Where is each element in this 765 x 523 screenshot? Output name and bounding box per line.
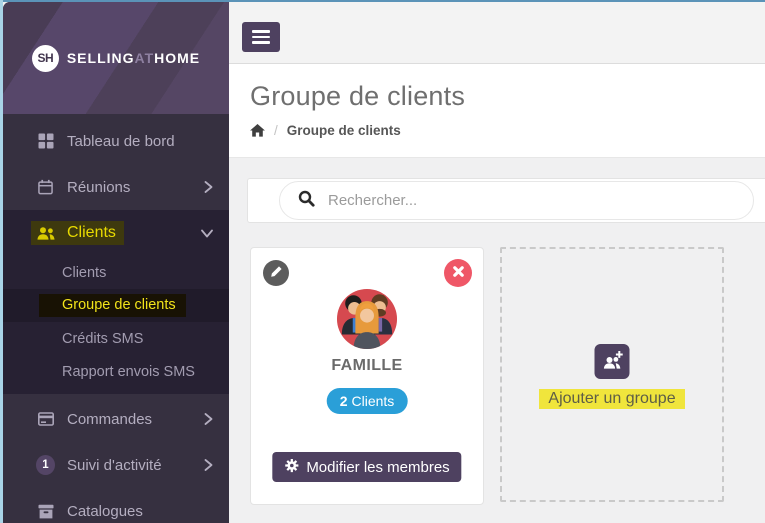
- activity-count-badge: 1: [36, 455, 55, 475]
- calendar-icon: [36, 179, 55, 195]
- add-group-dropzone[interactable]: Ajouter un groupe: [500, 247, 724, 502]
- sidebar-subitem-sms-credits[interactable]: Crédits SMS: [3, 322, 229, 355]
- sidebar-item-dashboard[interactable]: Tableau de bord: [3, 118, 229, 164]
- add-group-icon: [601, 350, 623, 374]
- content-area: FAMILLE 2Clients Modifier les membres Aj…: [229, 158, 765, 523]
- page-header: Groupe de clients / Groupe de clients: [229, 64, 765, 158]
- sidebar-item-clients[interactable]: Clients: [3, 210, 229, 256]
- sidebar-sublabel-clients: Clients: [62, 264, 107, 281]
- archive-icon: [36, 504, 55, 519]
- breadcrumb-separator: /: [274, 123, 278, 138]
- close-icon: [452, 265, 465, 281]
- sidebar-subitem-sms-report[interactable]: Rapport envois SMS: [3, 355, 229, 388]
- brand-name: SELLINGATHOME: [66, 50, 201, 66]
- sidebar-label-meetings: Réunions: [67, 178, 131, 196]
- breadcrumb: / Groupe de clients: [250, 123, 765, 138]
- chevron-right-icon: [204, 181, 213, 193]
- breadcrumb-current: Groupe de clients: [286, 123, 401, 138]
- sidebar-item-activity[interactable]: 1 Suivi d'activité: [3, 442, 229, 488]
- brand-circle-icon: SH: [31, 44, 59, 72]
- page-title: Groupe de clients: [250, 81, 466, 111]
- pencil-icon: [270, 265, 283, 281]
- search-icon: [298, 190, 315, 212]
- sidebar-label-dashboard: Tableau de bord: [67, 132, 175, 150]
- sidebar-toggle-button[interactable]: [242, 22, 280, 52]
- search-panel: [247, 178, 765, 223]
- top-navbar: [229, 2, 765, 64]
- sidebar-item-orders[interactable]: Commandes: [3, 396, 229, 442]
- client-count: 2: [339, 393, 348, 409]
- hamburger-icon: [252, 30, 270, 33]
- add-group-label: Ajouter un groupe: [539, 389, 685, 409]
- sidebar-label-orders: Commandes: [67, 410, 153, 428]
- sidebar: SH SELLINGATHOME Tableau de bord Réunion…: [3, 2, 229, 523]
- add-group-label-wrap: Ajouter un groupe: [502, 389, 722, 409]
- search-input[interactable]: [328, 192, 737, 209]
- modify-members-button[interactable]: Modifier les membres: [272, 452, 462, 482]
- window-border-left: [0, 0, 3, 523]
- sidebar-label-catalogs: Catalogues: [67, 502, 143, 520]
- sidebar-subitem-client-groups[interactable]: Groupe de clients: [3, 289, 229, 322]
- app-window: SH SELLINGATHOME Tableau de bord Réunion…: [0, 0, 765, 523]
- dashboard-icon: [36, 133, 55, 149]
- edit-group-button[interactable]: [263, 260, 289, 286]
- client-groups-highlight: Groupe de clients: [39, 294, 186, 317]
- credit-card-icon: [36, 412, 55, 426]
- sidebar-label-clients: Clients: [67, 224, 116, 241]
- sidebar-label-activity: Suivi d'activité: [67, 456, 162, 474]
- sidebar-item-catalogs[interactable]: Catalogues: [3, 488, 229, 523]
- brand-logo[interactable]: SH SELLINGATHOME: [3, 2, 229, 114]
- sidebar-sublabel-sms-credits: Crédits SMS: [62, 330, 144, 347]
- home-icon[interactable]: [250, 124, 265, 137]
- sidebar-sublabel-sms-report: Rapport envois SMS: [62, 363, 195, 380]
- client-count-badge[interactable]: 2 Clients: [326, 388, 408, 414]
- clients-highlight: Clients: [31, 221, 124, 245]
- brand-abbr: SH: [37, 51, 54, 65]
- add-group-button[interactable]: [594, 344, 630, 379]
- client-count-label: Clients: [351, 393, 395, 409]
- sidebar-subitem-clients[interactable]: Clients: [3, 256, 229, 289]
- sidebar-item-meetings[interactable]: Réunions: [3, 164, 229, 210]
- users-icon: [36, 226, 55, 241]
- sidebar-clients-section: Clients Clients Groupe de clients Crédit…: [3, 210, 229, 394]
- group-avatar: [336, 288, 398, 350]
- chevron-down-icon: [201, 229, 213, 238]
- search-box: [279, 181, 754, 220]
- chevron-right-icon: [204, 459, 213, 471]
- group-card: FAMILLE 2 Clients Modifier les membres: [250, 247, 484, 505]
- modify-members-label: Modifier les membres: [306, 458, 450, 476]
- group-name: FAMILLE: [331, 357, 403, 374]
- gear-icon: [284, 458, 299, 477]
- delete-group-button[interactable]: [444, 259, 472, 287]
- chevron-right-icon: [204, 413, 213, 425]
